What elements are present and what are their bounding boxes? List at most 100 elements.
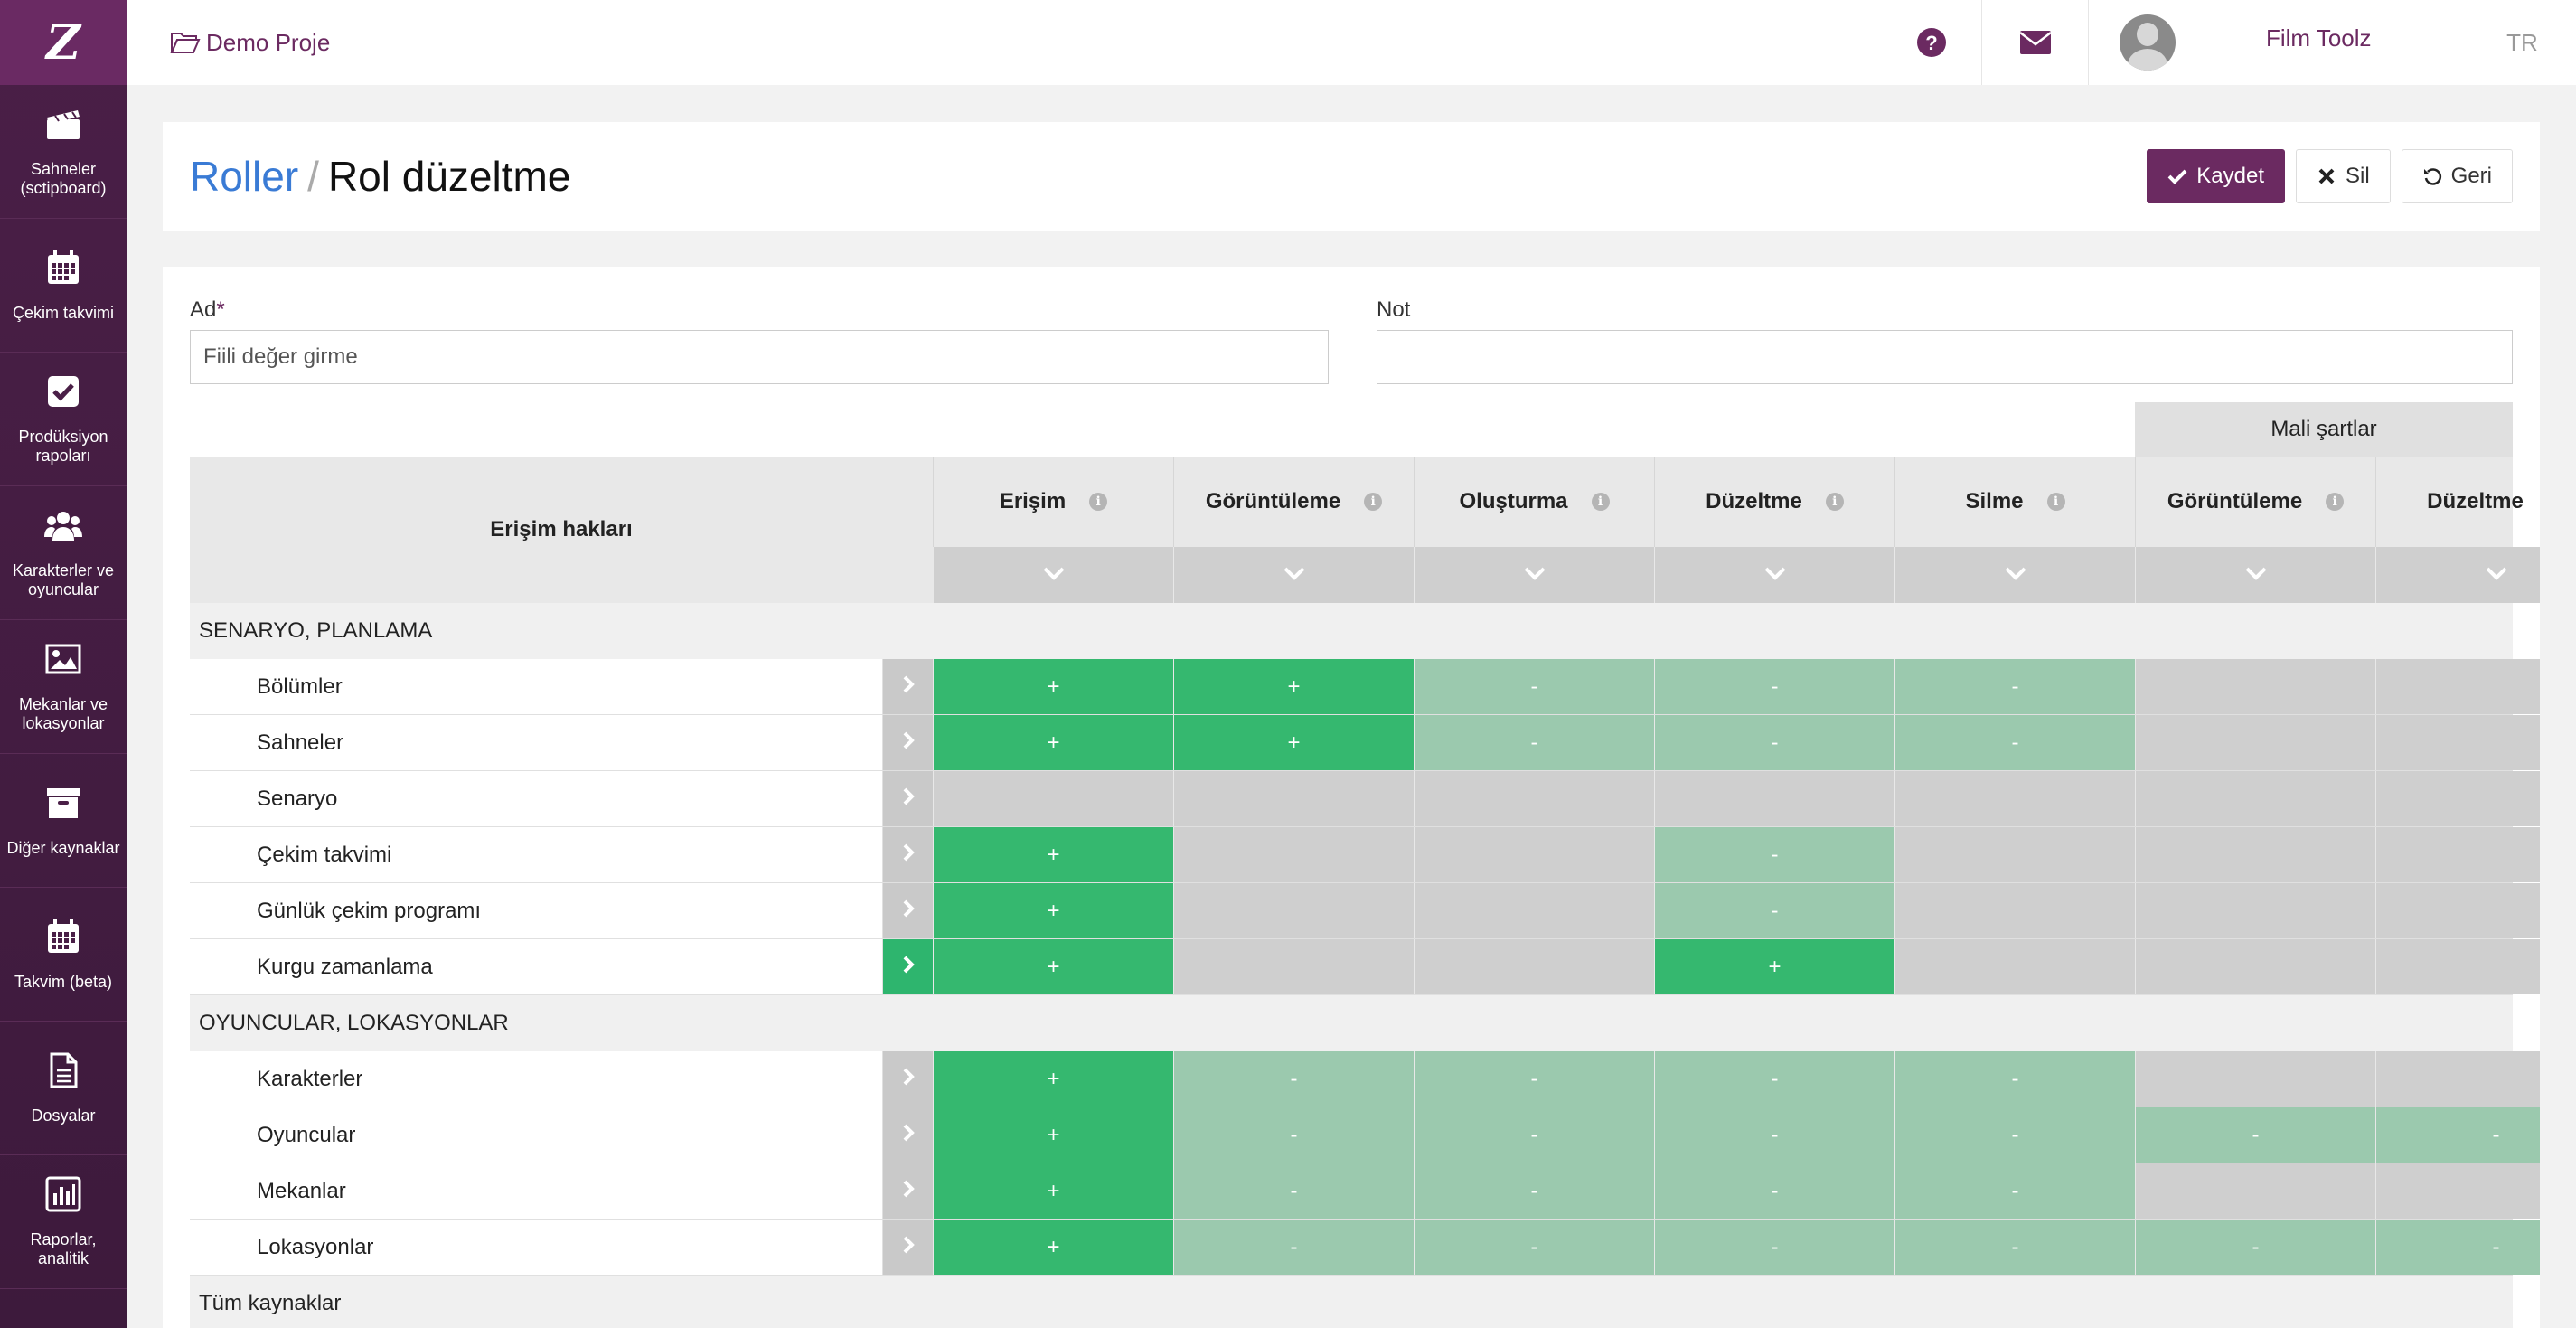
breadcrumb-link-roles[interactable]: Roller <box>190 153 298 200</box>
expand-row-button[interactable] <box>882 1051 933 1107</box>
permission-cell[interactable] <box>2375 827 2540 882</box>
app-logo[interactable]: Z <box>0 0 127 85</box>
permission-cell[interactable] <box>1414 827 1654 882</box>
sidebar-item-0[interactable]: Sahneler (sctipboard) <box>0 85 127 219</box>
permission-cell[interactable] <box>2375 771 2540 826</box>
column-toggle-button[interactable] <box>1414 547 1654 603</box>
sidebar-item-3[interactable]: Karakterler ve oyuncular <box>0 486 127 620</box>
permission-cell[interactable]: - <box>1894 1220 2135 1275</box>
save-button[interactable]: Kaydet <box>2147 149 2285 203</box>
permission-cell[interactable]: - <box>2375 1220 2540 1275</box>
column-toggle-button[interactable] <box>1654 547 1894 603</box>
permission-cell[interactable] <box>1414 939 1654 994</box>
permission-cell[interactable]: + <box>1173 659 1414 714</box>
expand-row-button[interactable] <box>882 1107 933 1163</box>
permission-cell[interactable]: - <box>2135 1220 2375 1275</box>
permission-cell[interactable]: + <box>933 659 1173 714</box>
permission-cell[interactable]: - <box>1414 715 1654 770</box>
sidebar-item-5[interactable]: Diğer kaynaklar <box>0 754 127 888</box>
permission-cell[interactable]: + <box>933 883 1173 938</box>
permission-cell[interactable]: - <box>1654 659 1894 714</box>
permission-cell[interactable]: + <box>933 715 1173 770</box>
permission-cell[interactable] <box>1894 883 2135 938</box>
permission-cell[interactable]: - <box>1894 1163 2135 1219</box>
expand-row-button[interactable] <box>882 715 933 770</box>
back-button[interactable]: Geri <box>2401 149 2513 203</box>
permission-cell[interactable] <box>1894 771 2135 826</box>
expand-row-button[interactable] <box>882 1163 933 1219</box>
permission-cell[interactable] <box>1654 771 1894 826</box>
permission-cell[interactable]: - <box>1894 659 2135 714</box>
sidebar-item-1[interactable]: Çekim takvimi <box>0 219 127 353</box>
permission-cell[interactable] <box>1173 939 1414 994</box>
sidebar-item-2[interactable]: Prodüksiyon rapoları <box>0 353 127 486</box>
permission-cell[interactable] <box>1894 939 2135 994</box>
info-icon[interactable]: i <box>1825 493 1844 511</box>
help-button[interactable]: ? <box>1909 0 1954 85</box>
name-input[interactable]: Fiili değer girme <box>190 330 1329 384</box>
permission-cell[interactable] <box>2375 939 2540 994</box>
column-toggle-button[interactable] <box>933 547 1173 603</box>
expand-row-button[interactable] <box>882 827 933 882</box>
permission-cell[interactable]: - <box>1414 1163 1654 1219</box>
info-icon[interactable]: i <box>2326 493 2345 511</box>
permission-cell[interactable] <box>2135 715 2375 770</box>
permission-cell[interactable] <box>1414 771 1654 826</box>
note-input[interactable] <box>1377 330 2513 384</box>
expand-row-button[interactable] <box>882 1220 933 1275</box>
permission-cell[interactable]: - <box>1894 1051 2135 1107</box>
permission-cell[interactable] <box>1173 827 1414 882</box>
permission-cell[interactable]: - <box>1894 715 2135 770</box>
permission-cell[interactable]: - <box>1654 1163 1894 1219</box>
permission-cell[interactable]: - <box>2135 1107 2375 1163</box>
permission-cell[interactable] <box>2135 1163 2375 1219</box>
permission-cell[interactable] <box>2135 883 2375 938</box>
column-toggle-button[interactable] <box>2375 547 2540 603</box>
permission-cell[interactable] <box>2375 715 2540 770</box>
permission-cell[interactable]: - <box>1654 1051 1894 1107</box>
permission-cell[interactable] <box>1173 883 1414 938</box>
permission-cell[interactable]: - <box>1173 1107 1414 1163</box>
info-icon[interactable]: i <box>1089 493 1108 511</box>
permission-cell[interactable]: - <box>1414 1107 1654 1163</box>
column-toggle-button[interactable] <box>1894 547 2135 603</box>
sidebar-item-6[interactable]: Takvim (beta) <box>0 888 127 1022</box>
expand-row-button[interactable] <box>882 659 933 714</box>
permission-cell[interactable] <box>2135 771 2375 826</box>
permission-cell[interactable]: - <box>1654 715 1894 770</box>
permission-cell[interactable] <box>1173 771 1414 826</box>
permission-cell[interactable]: + <box>1654 939 1894 994</box>
permission-cell[interactable]: + <box>933 1107 1173 1163</box>
sidebar-item-4[interactable]: Mekanlar ve lokasyonlar <box>0 620 127 754</box>
permission-cell[interactable] <box>2375 883 2540 938</box>
permission-cell[interactable]: - <box>1894 1107 2135 1163</box>
info-icon[interactable]: i <box>2046 493 2065 511</box>
permission-cell[interactable] <box>2135 659 2375 714</box>
permission-cell[interactable]: - <box>1414 1051 1654 1107</box>
permission-cell[interactable]: + <box>1173 715 1414 770</box>
sidebar-item-7[interactable]: Dosyalar <box>0 1022 127 1155</box>
permission-cell[interactable]: - <box>1173 1163 1414 1219</box>
permission-cell[interactable]: - <box>1654 1107 1894 1163</box>
permission-cell[interactable] <box>2375 1051 2540 1107</box>
permission-cell[interactable] <box>1414 883 1654 938</box>
permission-cell[interactable]: - <box>1173 1051 1414 1107</box>
permission-cell[interactable]: - <box>1654 827 1894 882</box>
permission-cell[interactable] <box>2135 939 2375 994</box>
messages-button[interactable] <box>1981 0 2088 85</box>
sidebar-item-8[interactable]: Raporlar, analitik <box>0 1155 127 1289</box>
expand-row-button[interactable] <box>882 883 933 938</box>
delete-button[interactable]: Sil <box>2295 149 2391 203</box>
permission-cell[interactable] <box>1894 827 2135 882</box>
permission-cell[interactable] <box>2135 827 2375 882</box>
permission-cell[interactable]: + <box>933 1220 1173 1275</box>
language-switcher[interactable]: TR <box>2468 0 2576 85</box>
permission-cell[interactable]: - <box>1654 1220 1894 1275</box>
info-icon[interactable]: i <box>1591 493 1610 511</box>
permission-cell[interactable]: + <box>933 939 1173 994</box>
expand-row-button[interactable] <box>882 771 933 826</box>
info-icon[interactable]: i <box>1364 493 1383 511</box>
permission-cell[interactable] <box>2135 1051 2375 1107</box>
permission-cell[interactable]: - <box>2375 1107 2540 1163</box>
project-switcher[interactable]: Demo Proje <box>170 29 330 57</box>
